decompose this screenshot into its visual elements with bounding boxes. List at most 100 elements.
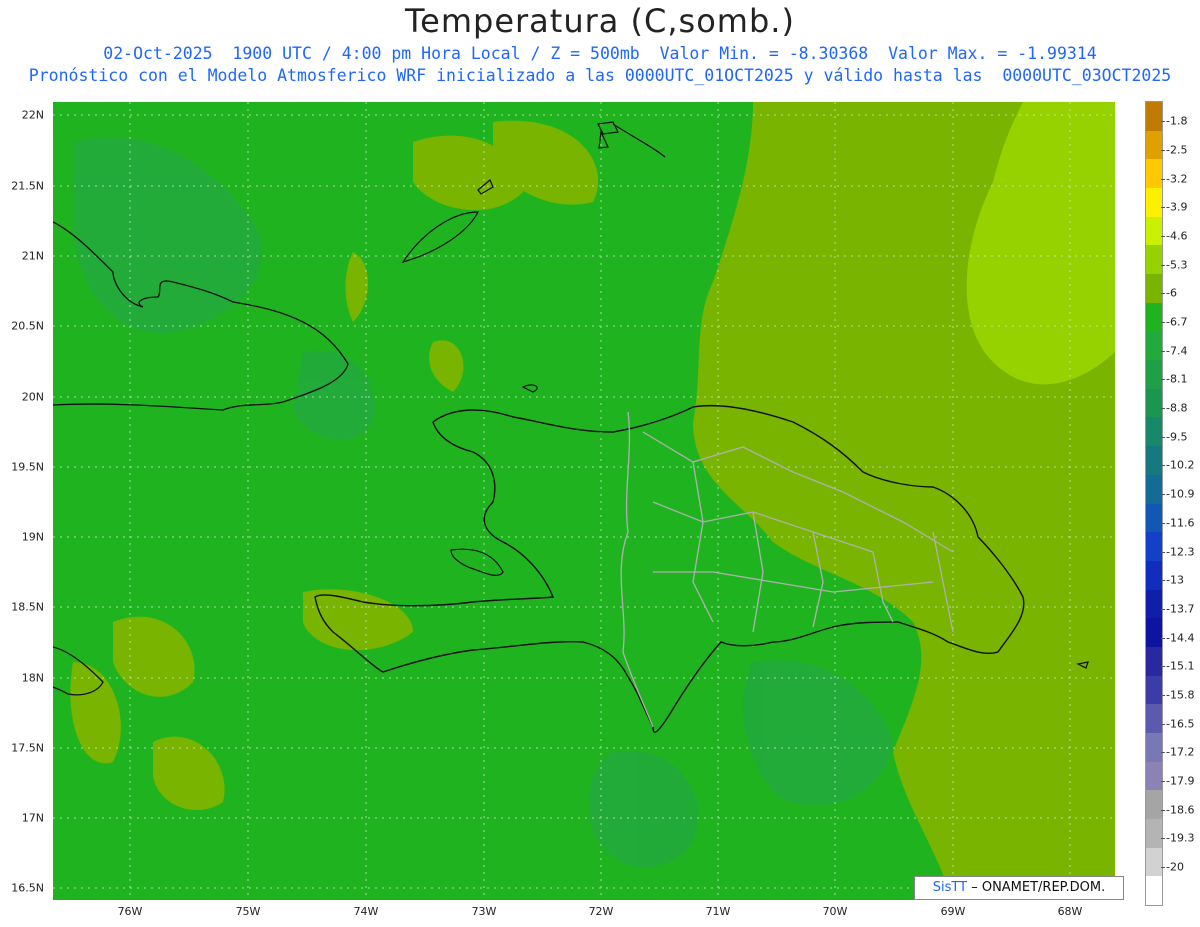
lat-label-18n: 18N [21,671,44,685]
subtitle-valid-time: 02-Oct-2025 1900 UTC / 4:00 pm Hora Loca… [103,44,1097,63]
lon-label-70w: 70W [822,905,848,918]
colorbar-tick [1161,322,1165,324]
lat-label-22n: 22N [21,108,44,122]
colorbar-segment [1146,675,1162,705]
lon-label-75w: 75W [235,905,261,918]
colorbar-tick [1161,350,1165,352]
colorbar-tick [1161,465,1165,467]
lat-label-20-5n: 20.5N [11,319,44,333]
colorbar-tick [1161,293,1165,295]
colorbar-label: -7.4 [1166,344,1188,358]
colorbar-tick [1161,178,1165,180]
colorbar-label: -11.6 [1166,516,1195,530]
credit-box: SisTT – ONAMET/REP.DOM. [914,876,1124,900]
colorbar-label: -9.5 [1166,430,1188,444]
credit-text: – ONAMET/REP.DOM. [971,880,1106,895]
colorbar-label: -20 [1166,860,1184,874]
colorbar-segment [1146,417,1162,447]
colorbar-tick [1161,866,1165,868]
colorbar-segment [1146,847,1162,877]
colorbar-segment [1146,102,1162,132]
colorbar-tick [1161,236,1165,238]
lat-label-19-5n: 19.5N [11,460,44,474]
colorbar-segment [1146,474,1162,504]
colorbar-segment [1146,532,1162,562]
lat-label-21-5n: 21.5N [11,179,44,193]
colorbar-segment [1146,446,1162,476]
colorbar-label: -13.7 [1166,602,1195,616]
lat-label-20n: 20N [21,390,44,404]
map-title: Temperatura (C,somb.) [405,2,795,40]
colorbar-tick [1161,264,1165,266]
colorbar-segment [1146,790,1162,820]
colorbar-segment [1146,503,1162,533]
colorbar-segment [1146,245,1162,275]
lon-label-72w: 72W [588,905,614,918]
colorbar [1145,101,1163,906]
colorbar-tick [1161,207,1165,209]
colorbar-tick [1161,436,1165,438]
lon-label-74w: 74W [353,905,379,918]
colorbar-label: -12.3 [1166,545,1195,559]
sistt-logo: SisTT [932,880,968,895]
colorbar-tick [1161,408,1165,410]
colorbar-segment [1146,188,1162,218]
colorbar-tick [1161,494,1165,496]
colorbar-label: -19.3 [1166,831,1195,845]
colorbar-label: -16.5 [1166,717,1195,731]
map-canvas [53,102,1115,900]
colorbar-tick [1161,723,1165,725]
lat-label-21n: 21N [21,249,44,263]
colorbar-segment [1146,761,1162,791]
lat-label-17n: 17N [21,811,44,825]
colorbar-segment [1146,818,1162,849]
colorbar-tick [1161,780,1165,782]
colorbar-segment [1146,302,1162,332]
colorbar-label: -4.6 [1166,229,1188,243]
colorbar-segment [1146,216,1162,246]
colorbar-label: -15.1 [1166,659,1195,673]
colorbar-tick [1161,379,1165,381]
colorbar-label: -6 [1166,286,1177,300]
colorbar-tick [1161,838,1165,840]
colorbar-tick [1161,752,1165,754]
colorbar-segment [1146,646,1162,677]
colorbar-segment [1146,618,1162,648]
colorbar-segment [1146,704,1162,734]
lon-label-69w: 69W [940,905,966,918]
colorbar-tick [1161,608,1165,610]
colorbar-segment [1146,331,1162,361]
colorbar-tick [1161,150,1165,152]
colorbar-label: -13 [1166,573,1184,587]
colorbar-tick [1161,666,1165,668]
colorbar-segment [1146,589,1162,619]
colorbar-tick [1161,121,1165,123]
colorbar-label: -8.1 [1166,372,1188,386]
subtitle-model-info: Pronóstico con el Modelo Atmosferico WRF… [28,66,1172,85]
colorbar-segment [1146,159,1162,189]
colorbar-segment [1146,274,1162,304]
colorbar-label: -10.9 [1166,487,1195,501]
colorbar-segment [1146,876,1162,906]
colorbar-label: -18.6 [1166,803,1195,817]
colorbar-label: -15.8 [1166,688,1195,702]
lat-label-18-5n: 18.5N [11,600,44,614]
colorbar-segment [1146,130,1162,160]
colorbar-segment [1146,360,1162,390]
colorbar-label: -3.2 [1166,172,1188,186]
colorbar-label: -17.9 [1166,774,1195,788]
lat-label-19n: 19N [21,530,44,544]
colorbar-label: -17.2 [1166,745,1195,759]
colorbar-segment [1146,388,1162,418]
colorbar-label: -5.3 [1166,258,1188,272]
colorbar-tick [1161,637,1165,639]
lon-label-76w: 76W [117,905,143,918]
lon-label-68w: 68W [1057,905,1083,918]
colorbar-label: -2.5 [1166,143,1188,157]
colorbar-label: -1.8 [1166,114,1188,128]
colorbar-tick [1161,522,1165,524]
colorbar-label: -6.7 [1166,315,1188,329]
colorbar-label: -3.9 [1166,200,1188,214]
colorbar-label: -10.2 [1166,458,1195,472]
temperature-map [53,102,1115,900]
